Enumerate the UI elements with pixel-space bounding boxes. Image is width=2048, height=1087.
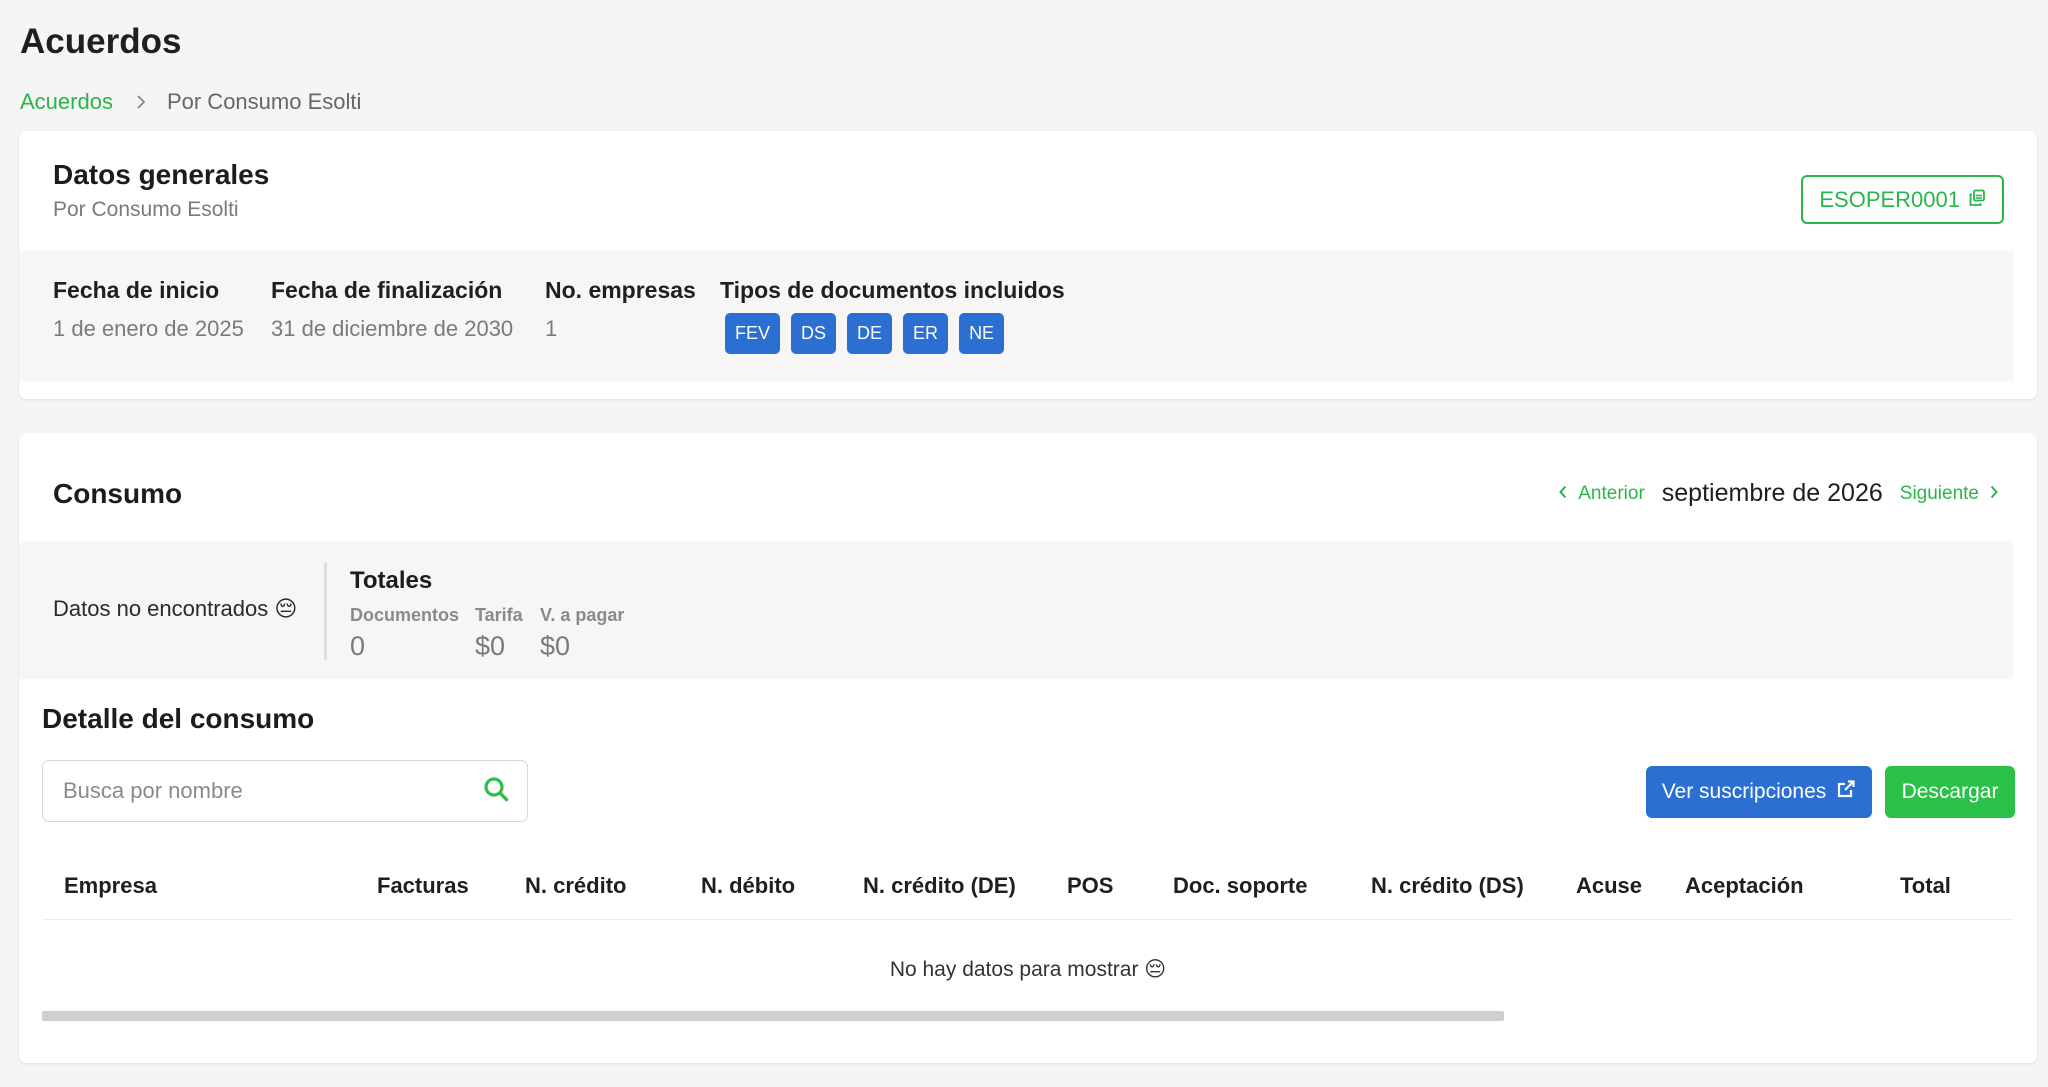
breadcrumb-link-acuerdos[interactable]: Acuerdos [20,89,113,115]
general-subtitle: Por Consumo Esolti [53,198,239,221]
column-header: Doc. soporte [1173,873,1308,898]
doc-type-chips: FEV DS DE ER NE [725,313,1005,354]
month-pager: Anterior septiembre de 2026 Siguiente [1558,479,1999,508]
previous-month-button[interactable]: Anterior [1558,483,1645,505]
view-subscriptions-button[interactable]: Ver suscripciones [1646,766,1872,818]
chevron-left-icon [1558,483,1568,505]
doc-type-chip: NE [959,313,1005,354]
copy-icon [1968,187,1986,213]
totals-rate-label: Tarifa [475,605,523,625]
totals-documents: Documentos 0 [350,605,459,662]
start-date-value: 1 de enero de 2025 [53,316,244,341]
totals-documents-label: Documentos [350,605,460,625]
chevron-right-icon [131,92,151,112]
end-date-label: Fecha de finalización [271,277,503,303]
doc-types-label: Tipos de documentos incluidos [720,277,1065,303]
totals-to-pay-label: V. a pagar [540,605,625,625]
breadcrumb: Acuerdos Por Consumo Esolti [20,89,361,115]
previous-month-label: Anterior [1578,482,1645,504]
column-header: Total [1900,873,1951,898]
totals-rate: Tarifa $0 [475,605,523,662]
totals-documents-value: 0 [350,631,366,661]
totals-to-pay-value: $0 [540,631,571,661]
totals-title: Totales [350,567,433,594]
detail-title: Detalle del consumo [42,703,315,734]
search-icon[interactable] [483,776,509,807]
table-header: Empresa Facturas N. crédito N. débito N.… [42,863,2014,920]
search-box [42,760,528,822]
consumption-summary-strip [19,541,2013,679]
external-link-icon [1836,779,1856,805]
agreement-code-copy-button[interactable]: ESOPER0001 [1801,175,2004,224]
doc-types-field: Tipos de documentos incluidos [720,277,1065,304]
general-data-card: Datos generales Por Consumo Esolti ESOPE… [19,131,2037,399]
view-subscriptions-label: Ver suscripciones [1661,780,1827,803]
column-header: N. crédito (DE) [863,873,1016,898]
column-header: N. crédito [525,873,627,898]
companies-field: No. empresas 1 [545,277,696,342]
column-header: N. débito [701,873,796,898]
doc-type-chip: DE [847,313,893,354]
chevron-right-icon [1989,483,1999,505]
current-month: septiembre de 2026 [1661,479,1883,507]
column-header: POS [1067,873,1114,898]
column-header: Facturas [377,873,469,898]
doc-type-chip: FEV [725,313,781,354]
summary-divider [324,563,327,660]
column-header: N. crédito (DS) [1371,873,1524,898]
agreement-code: ESOPER0001 [1819,186,1960,212]
doc-type-chip: ER [903,313,949,354]
search-input[interactable] [63,778,483,804]
next-month-label: Siguiente [1899,482,1979,504]
companies-label: No. empresas [545,277,696,303]
horizontal-scrollbar[interactable] [42,1011,1504,1021]
column-header: Acuse [1576,873,1643,898]
download-button[interactable]: Descargar [1885,766,2015,818]
next-month-button[interactable]: Siguiente [1900,483,1999,505]
general-title: Datos generales [53,159,270,190]
page-title: Acuerdos [20,22,182,61]
consumption-card: Consumo Anterior septiembre de 2026 Sigu… [19,433,2037,1063]
end-date-field: Fecha de finalización 31 de diciembre de… [271,277,513,342]
start-date-label: Fecha de inicio [53,277,220,303]
end-date-value: 31 de diciembre de 2030 [271,316,514,341]
totals-to-pay: V. a pagar $0 [540,605,624,662]
no-data-message: Datos no encontrados 😔 [53,596,298,621]
consumption-title: Consumo [53,478,183,509]
breadcrumb-current: Por Consumo Esolti [166,89,362,114]
doc-type-chip: DS [791,313,837,354]
table-empty-message: No hay datos para mostrar 😔 [889,958,1167,981]
companies-value: 1 [545,316,558,341]
column-header: Empresa [64,873,157,898]
column-header: Aceptación [1685,873,1804,898]
totals-rate-value: $0 [475,631,506,661]
start-date-field: Fecha de inicio 1 de enero de 2025 [53,277,244,342]
